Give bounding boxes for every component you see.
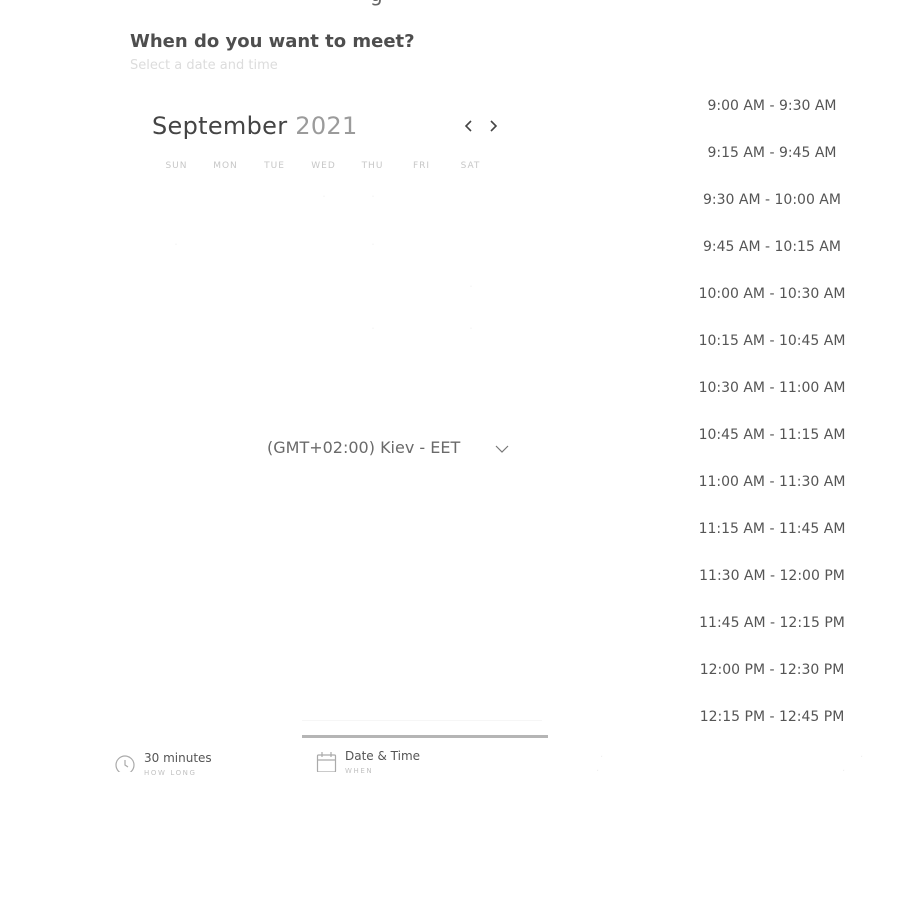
weekday-fri: FRI — [412, 161, 431, 171]
calendar-icon — [316, 752, 337, 772]
weekday-thu: THU — [361, 161, 384, 171]
calendar-day-faint: · — [174, 238, 178, 251]
time-slot[interactable]: 12:00 PM - 12:30 PM — [682, 652, 862, 688]
next-month-button[interactable] — [485, 116, 501, 136]
step-faint: · — [596, 766, 600, 777]
time-slot[interactable]: 9:15 AM - 9:45 AM — [682, 135, 862, 171]
time-slot[interactable]: 10:45 AM - 11:15 AM — [682, 417, 862, 453]
weekday-mon: MON — [213, 161, 238, 171]
time-slot[interactable]: 10:30 AM - 11:00 AM — [682, 370, 862, 406]
chevron-down-icon — [495, 445, 509, 453]
time-slot[interactable]: 11:00 AM - 11:30 AM — [682, 464, 862, 500]
step-duration-title: 30 minutes — [144, 751, 212, 765]
calendar-day-faint: · — [371, 238, 375, 251]
calendar-day-faint: · — [371, 322, 375, 335]
timezone-select[interactable]: (GMT+02:00) Kiev - EET — [267, 438, 512, 462]
calendar-day-faint: · — [322, 190, 326, 203]
page-subheading: Select a date and time — [130, 58, 278, 73]
page-heading: When do you want to meet? — [130, 31, 415, 52]
scheduler-page: g When do you want to meet? Select a dat… — [0, 0, 900, 900]
time-slot[interactable]: 10:00 AM - 10:30 AM — [682, 276, 862, 312]
calendar-day-faint: · — [469, 322, 473, 335]
time-slot[interactable]: 12:15 PM - 12:45 PM — [682, 699, 862, 735]
step-date-subtitle: WHEN — [345, 767, 374, 775]
weekday-sun: SUN — [165, 161, 188, 171]
step-divider — [302, 720, 542, 721]
step-faint: · — [600, 752, 604, 763]
clock-icon — [115, 755, 135, 772]
weekday-wed: WED — [311, 161, 336, 171]
chevron-right-icon — [490, 120, 498, 132]
calendar-month: September — [152, 112, 288, 140]
time-slot[interactable]: 9:30 AM - 10:00 AM — [682, 182, 862, 218]
step-faint: · — [860, 752, 864, 763]
clipped-page-title: g — [370, 0, 383, 6]
weekday-tue: TUE — [264, 161, 285, 171]
calendar-month-title: September 2021 — [152, 112, 358, 140]
time-slot[interactable]: 10:15 AM - 10:45 AM — [682, 323, 862, 359]
weekday-sat: SAT — [460, 161, 481, 171]
step-faint: · — [842, 766, 846, 777]
step-duration-subtitle: HOW LONG — [144, 769, 197, 777]
step-date-title: Date & Time — [345, 749, 421, 763]
time-slot[interactable]: 11:15 AM - 11:45 AM — [682, 511, 862, 547]
step-date-time[interactable]: Date & Time WHEN — [316, 748, 486, 780]
previous-month-button[interactable] — [461, 116, 477, 136]
timezone-label: (GMT+02:00) Kiev - EET — [267, 438, 461, 457]
time-slot[interactable]: 9:45 AM - 10:15 AM — [682, 229, 862, 265]
time-slot[interactable]: 9:00 AM - 9:30 AM — [682, 88, 862, 124]
chevron-left-icon — [464, 120, 472, 132]
time-slot[interactable]: 11:30 AM - 12:00 PM — [682, 558, 862, 594]
active-step-indicator — [302, 735, 548, 738]
time-slot-list: 9:00 AM - 9:30 AM 9:15 AM - 9:45 AM 9:30… — [682, 88, 862, 746]
calendar-day-faint: · — [371, 190, 375, 203]
time-slot[interactable]: 11:45 AM - 12:15 PM — [682, 605, 862, 641]
calendar-day-faint: · — [469, 280, 473, 293]
step-duration[interactable]: 30 minutes HOW LONG — [114, 750, 284, 782]
weekday-header: SUN MON TUE WED THU FRI SAT — [152, 161, 495, 171]
calendar-year: 2021 — [295, 112, 358, 140]
